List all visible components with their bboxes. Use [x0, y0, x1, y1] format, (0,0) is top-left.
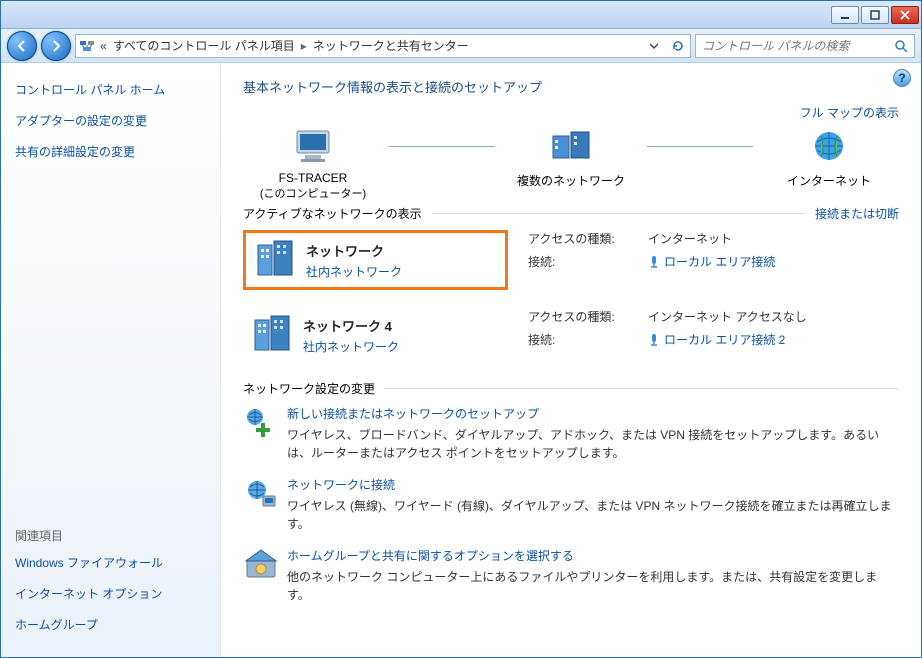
task-homegroup-sharing-link[interactable]: ホームグループと共有に関するオプションを選択する [287, 547, 899, 564]
map-node1-label: FS-TRACER [243, 171, 383, 185]
network-category-link[interactable]: 社内ネットワーク [306, 263, 402, 280]
sidebar-control-panel-home[interactable]: コントロール パネル ホーム [15, 81, 206, 98]
connect-disconnect-link[interactable]: 接続または切断 [815, 205, 899, 222]
active-network-row: ネットワーク 社内ネットワーク アクセスの種類: インターネット 接続: ローカ… [243, 230, 899, 290]
breadcrumb-root[interactable]: すべてのコントロール パネル項目 [113, 37, 295, 54]
access-type-label: アクセスの種類: [528, 230, 648, 247]
sidebar-homegroup[interactable]: ホームグループ [15, 616, 206, 633]
active-network-row: ネットワーク 4 社内ネットワーク アクセスの種類: インターネット アクセスな… [243, 308, 899, 362]
task-description: ワイヤレス、ブロードバンド、ダイヤルアップ、アドホック、または VPN 接続をセ… [287, 426, 899, 462]
nic-icon [648, 333, 660, 347]
chevron-right-icon: ▸ [301, 39, 307, 53]
task-item: ネットワークに接続 ワイヤレス (無線)、ワイヤード (有線)、ダイヤルアップ、… [243, 476, 899, 533]
setup-connection-icon [243, 405, 279, 441]
connection-label: 接続: [528, 253, 648, 270]
map-connector-line [647, 146, 753, 147]
task-description: 他のネットワーク コンピューター上にあるファイルやプリンターを利用します。または… [287, 568, 899, 604]
full-map-link[interactable]: フル マップの表示 [800, 106, 899, 120]
access-type-label: アクセスの種類: [528, 308, 648, 325]
connection-link[interactable]: ローカル エリア接続 2 [664, 331, 785, 348]
breadcrumb-current[interactable]: ネットワークと共有センター [313, 37, 469, 54]
network-name: ネットワーク 4 [303, 316, 399, 335]
network-center-icon [78, 37, 96, 55]
connection-label: 接続: [528, 331, 648, 348]
refresh-button[interactable] [668, 36, 688, 56]
sidebar-windows-firewall[interactable]: Windows ファイアウォール [15, 554, 206, 571]
map-node3-label: インターネット [759, 172, 899, 189]
active-networks-header: アクティブなネットワークの表示 [243, 205, 422, 222]
map-connector-line [389, 146, 495, 147]
address-dropdown[interactable] [644, 36, 664, 56]
task-item: ホームグループと共有に関するオプションを選択する 他のネットワーク コンピュータ… [243, 547, 899, 604]
main-content: ? 基本ネットワーク情報の表示と接続のセットアップ フル マップの表示 FS-T… [221, 63, 921, 657]
connection-link[interactable]: ローカル エリア接続 [664, 253, 775, 270]
page-title: 基本ネットワーク情報の表示と接続のセットアップ [243, 77, 899, 96]
close-button[interactable] [891, 6, 919, 24]
map-multiple-networks: 複数のネットワーク [501, 128, 641, 201]
sidebar: コントロール パネル ホーム アダプターの設定の変更 共有の詳細設定の変更 関連… [1, 63, 221, 657]
navigation-bar: « すべてのコントロール パネル項目 ▸ ネットワークと共有センター [1, 29, 921, 63]
maximize-button[interactable] [861, 6, 889, 24]
sidebar-adapter-settings[interactable]: アダプターの設定の変更 [15, 112, 206, 129]
homegroup-sharing-icon [243, 547, 279, 583]
access-type-value: インターネット [648, 230, 732, 247]
task-setup-connection-link[interactable]: 新しい接続またはネットワークのセットアップ [287, 405, 899, 422]
address-bar[interactable]: « すべてのコントロール パネル項目 ▸ ネットワークと共有センター [75, 34, 691, 58]
search-icon[interactable] [894, 39, 910, 53]
minimize-button[interactable] [831, 6, 859, 24]
breadcrumb-back-chevron: « [100, 39, 107, 53]
work-network-icon [251, 314, 293, 356]
map-internet: インターネット [759, 128, 899, 201]
network-card-highlighted[interactable]: ネットワーク 社内ネットワーク [243, 230, 508, 290]
map-this-computer: FS-TRACER (このコンピューター) [243, 127, 383, 201]
network-map: FS-TRACER (このコンピューター) 複数のネットワーク [243, 127, 899, 201]
connect-network-icon [243, 476, 279, 512]
map-node1-sublabel: (このコンピューター) [243, 185, 383, 201]
task-connect-network-link[interactable]: ネットワークに接続 [287, 476, 899, 493]
breadcrumb[interactable]: « すべてのコントロール パネル項目 ▸ ネットワークと共有センター [100, 37, 640, 54]
access-type-value: インターネット アクセスなし [648, 308, 807, 325]
window-titlebar [1, 1, 921, 29]
search-input[interactable] [700, 38, 894, 54]
sidebar-advanced-sharing[interactable]: 共有の詳細設定の変更 [15, 143, 206, 160]
map-node2-label: 複数のネットワーク [501, 172, 641, 189]
network-category-link[interactable]: 社内ネットワーク [303, 338, 399, 355]
help-icon[interactable]: ? [893, 69, 911, 87]
search-box[interactable] [695, 34, 915, 58]
nic-icon [648, 255, 660, 269]
network-name: ネットワーク [306, 241, 402, 260]
work-network-icon [254, 239, 296, 281]
sidebar-internet-options[interactable]: インターネット オプション [15, 585, 206, 602]
network-card[interactable]: ネットワーク 4 社内ネットワーク [243, 308, 508, 362]
task-description: ワイヤレス (無線)、ワイヤード (有線)、ダイヤルアップ、または VPN ネッ… [287, 497, 899, 533]
related-items-header: 関連項目 [15, 527, 206, 544]
back-button[interactable] [7, 31, 37, 61]
network-settings-header: ネットワーク設定の変更 [243, 380, 375, 397]
forward-button[interactable] [41, 31, 71, 61]
task-item: 新しい接続またはネットワークのセットアップ ワイヤレス、ブロードバンド、ダイヤル… [243, 405, 899, 462]
